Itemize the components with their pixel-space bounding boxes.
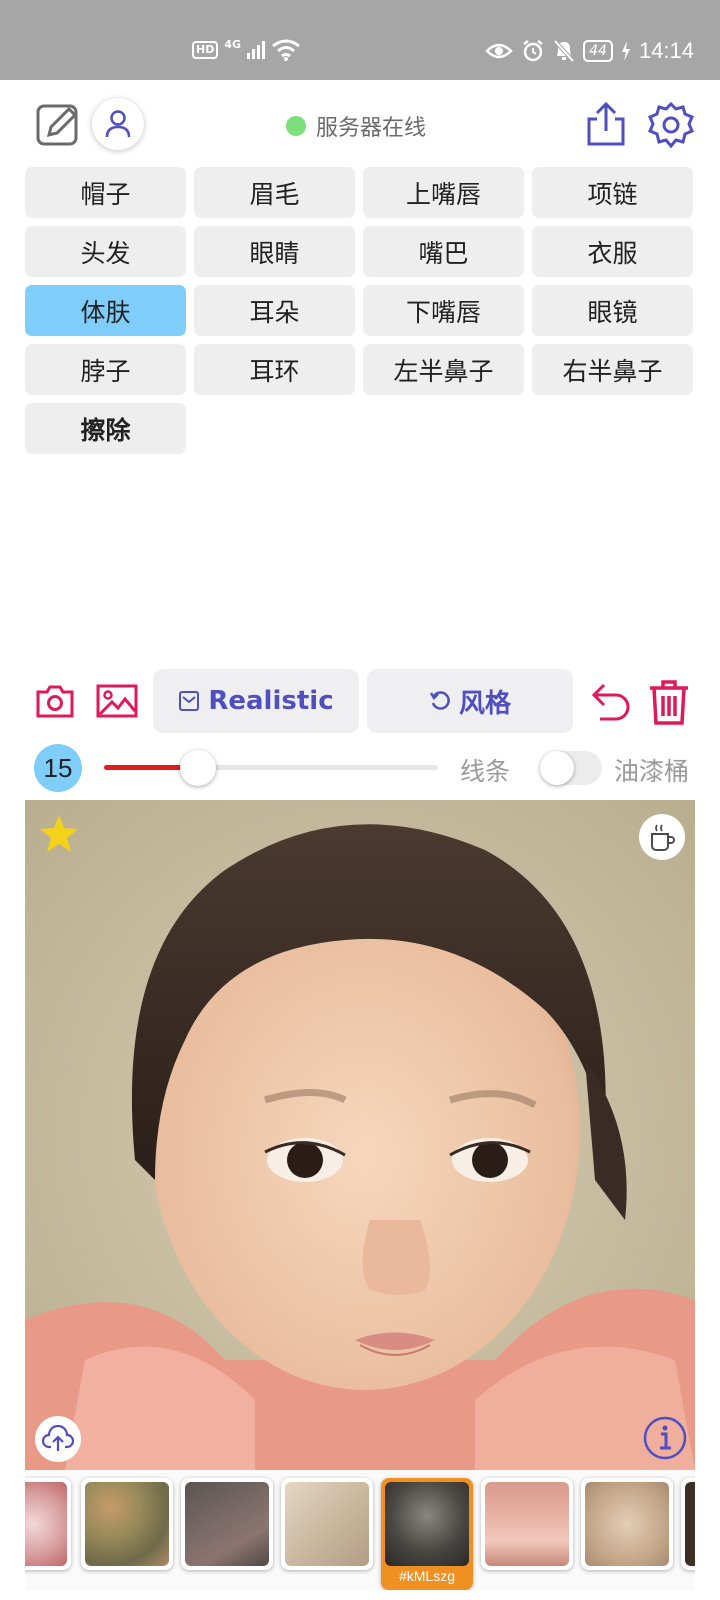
camera-icon [36, 685, 74, 718]
bell-off-icon [553, 39, 575, 63]
settings-button[interactable] [646, 100, 696, 150]
texture-code: #kMLszg [398, 1568, 456, 1584]
segment-eyes[interactable]: 眼睛 [194, 226, 355, 277]
texture-thumbnail[interactable] [281, 1478, 373, 1570]
segment-glasses[interactable]: 眼镜 [532, 285, 693, 336]
texture-thumbnail[interactable] [181, 1478, 273, 1570]
eye-icon [485, 43, 513, 59]
segment-skin[interactable]: 体肤 [25, 285, 186, 336]
style-label: 风格 [458, 688, 511, 719]
undo-button[interactable] [584, 676, 634, 726]
clock: 14:14 [638, 38, 694, 63]
toggle-knob [540, 751, 574, 785]
texture-thumbnail[interactable] [25, 1478, 71, 1570]
texture-thumbnail[interactable] [581, 1478, 673, 1570]
model-label: Realistic [208, 686, 334, 716]
texture-preview [85, 1482, 169, 1566]
user-icon [105, 110, 131, 138]
mail-icon [179, 691, 200, 711]
alarm-icon [523, 40, 543, 62]
camera-button[interactable] [34, 680, 76, 722]
texture-thumbnail-strip[interactable]: #kMLszg [25, 1470, 695, 1590]
status-left: HD 4G [192, 38, 301, 62]
image-icon [96, 684, 138, 718]
share-icon [587, 101, 625, 146]
server-status: 服务器在线 [286, 110, 426, 142]
gallery-button[interactable] [96, 680, 138, 722]
signal-icon [247, 41, 266, 59]
favorite-star-icon[interactable] [37, 812, 81, 856]
server-status-label: 服务器在线 [316, 116, 427, 141]
coffee-button[interactable] [639, 814, 685, 860]
model-select-button[interactable]: Realistic [153, 669, 359, 733]
line-mode-label: 线条 [460, 757, 511, 786]
segment-hair[interactable]: 头发 [25, 226, 186, 277]
segment-eyebrows[interactable]: 眉毛 [194, 167, 355, 218]
segment-neck[interactable]: 脖子 [25, 344, 186, 395]
edit-button[interactable] [34, 100, 82, 148]
hd-icon: HD [192, 41, 219, 59]
cloud-upload-icon [42, 1425, 74, 1451]
delete-button[interactable] [646, 676, 692, 728]
segment-hat[interactable]: 帽子 [25, 167, 186, 218]
texture-preview [285, 1482, 369, 1566]
undo-icon [591, 683, 630, 721]
online-indicator [286, 116, 306, 136]
info-icon [643, 1416, 687, 1460]
drawing-canvas[interactable] [25, 800, 695, 1470]
share-button[interactable] [584, 100, 628, 148]
info-button[interactable] [641, 1414, 689, 1462]
segment-earrings[interactable]: 耳环 [194, 344, 355, 395]
status-right: 44 14:14 [485, 38, 694, 64]
segment-upper-lip[interactable]: 上嘴唇 [363, 167, 524, 218]
segment-lower-lip[interactable]: 下嘴唇 [363, 285, 524, 336]
texture-thumbnail[interactable] [81, 1478, 173, 1570]
texture-preview [585, 1482, 669, 1566]
texture-preview [385, 1482, 469, 1566]
texture-preview [685, 1482, 695, 1566]
paint-bucket-label: 油漆桶 [614, 757, 690, 786]
upload-button[interactable] [35, 1416, 81, 1462]
brush-size-badge: 15 [34, 744, 82, 792]
segment-clothes[interactable]: 衣服 [532, 226, 693, 277]
trash-icon [650, 680, 688, 725]
status-bar: HD 4G 44 14:14 [0, 0, 720, 80]
segment-erase[interactable]: 擦除 [25, 403, 186, 454]
paint-bucket-toggle[interactable] [540, 751, 602, 785]
segment-mouth[interactable]: 嘴巴 [363, 226, 524, 277]
slider-thumb[interactable] [179, 750, 216, 786]
texture-preview [25, 1482, 67, 1566]
style-button[interactable]: 风格 [367, 669, 573, 733]
texture-preview [185, 1482, 269, 1566]
refresh-icon [429, 691, 450, 710]
battery-icon: 44 [583, 40, 613, 62]
texture-thumbnail[interactable] [481, 1478, 573, 1570]
texture-thumbnail[interactable] [681, 1478, 695, 1570]
charging-icon [621, 41, 630, 61]
texture-thumbnail-selected[interactable]: #kMLszg [381, 1478, 473, 1590]
segment-right-nose[interactable]: 右半鼻子 [532, 344, 693, 395]
network-type: 4G [224, 37, 242, 51]
segment-ears[interactable]: 耳朵 [194, 285, 355, 336]
gear-icon [648, 101, 694, 149]
user-button[interactable] [92, 98, 144, 150]
edit-icon [36, 104, 78, 146]
brush-size-slider[interactable] [104, 750, 438, 786]
segment-necklace[interactable]: 项链 [532, 167, 693, 218]
portrait-image [25, 800, 695, 1470]
segment-grid: 帽子 眉毛 上嘴唇 项链 头发 眼睛 嘴巴 衣服 体肤 耳朵 下嘴唇 眼镜 脖子… [25, 167, 695, 454]
segment-left-nose[interactable]: 左半鼻子 [363, 344, 524, 395]
texture-preview [485, 1482, 569, 1566]
wifi-icon [272, 39, 300, 61]
coffee-cup-icon [651, 824, 675, 851]
